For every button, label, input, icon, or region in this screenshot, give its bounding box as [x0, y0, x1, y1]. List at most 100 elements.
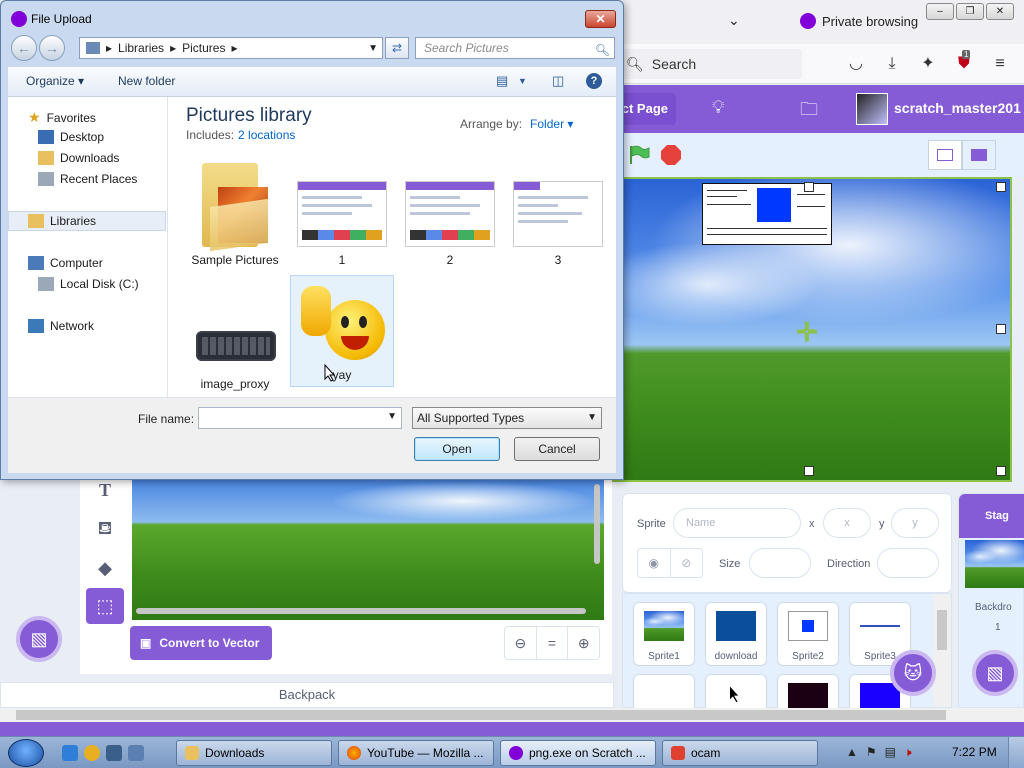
nav-desktop[interactable]: Desktop	[38, 130, 104, 144]
page-horizontal-scrollbar[interactable]	[0, 708, 1024, 722]
x-input[interactable]: x	[823, 508, 871, 538]
show-desktop-icon[interactable]	[106, 745, 122, 761]
size-input[interactable]	[749, 548, 811, 578]
view-dropdown-icon[interactable]: ▼	[518, 76, 527, 86]
stop-icon[interactable]	[661, 145, 681, 165]
select-tool-icon[interactable]: ⬚	[86, 588, 124, 624]
stage-thumbnail[interactable]	[965, 540, 1024, 588]
taskbar-item-downloads[interactable]: Downloads	[176, 740, 332, 766]
resize-handle-top[interactable]	[804, 182, 814, 192]
sprite-card-sprite1[interactable]: Sprite1	[633, 602, 695, 666]
paint-vertical-scrollbar[interactable]	[594, 484, 600, 564]
resize-handle-top-right[interactable]	[996, 182, 1006, 192]
file-name-dropdown-icon[interactable]: ▼	[387, 411, 397, 422]
nav-recent-places[interactable]: Recent Places	[38, 172, 137, 186]
paint-horizontal-scrollbar[interactable]	[136, 608, 586, 614]
resize-handle-bottom-right[interactable]	[996, 466, 1006, 476]
nav-network[interactable]: Network	[28, 319, 94, 333]
taskbar-item-scratch-private[interactable]: png.exe on Scratch ...	[500, 740, 656, 766]
normal-stage-button[interactable]	[962, 140, 996, 170]
convert-to-vector-button[interactable]: ▣ Convert to Vector	[130, 626, 272, 660]
zoom-in-icon[interactable]: ⊕	[568, 627, 599, 659]
refresh-icon[interactable]: ⇄	[385, 37, 409, 59]
file-item-2[interactable]: 2	[398, 159, 502, 267]
show-eye-icon[interactable]: ◉	[638, 549, 671, 577]
network-tray-icon[interactable]: ▤	[885, 745, 896, 760]
breadcrumb-libraries[interactable]: Libraries	[118, 41, 164, 55]
username[interactable]: scratch_master201	[894, 100, 1021, 116]
stage-canvas[interactable]: ✛	[604, 177, 1012, 482]
search-pictures-input[interactable]: Search Pictures 🔍︎	[415, 37, 615, 59]
tab-list-dropdown-icon[interactable]: ⌄	[728, 12, 740, 29]
nav-favorites[interactable]: ★ Favorites	[28, 109, 96, 126]
fill-tool-icon[interactable]: ⛾	[86, 510, 124, 546]
avatar[interactable]	[856, 93, 888, 125]
show-desktop-button[interactable]	[1008, 737, 1024, 768]
browser-search-field[interactable]: 🔍︎ Search	[620, 49, 802, 79]
file-item-yay[interactable]: yay	[290, 275, 394, 387]
file-item-3[interactable]: 3	[506, 159, 610, 267]
file-type-select[interactable]: All Supported Types ▼	[412, 407, 602, 429]
address-bar[interactable]: ▸ Libraries ▸ Pictures ▸ ▼	[79, 37, 383, 59]
volume-muted-icon[interactable]: 🕨︎	[904, 745, 912, 760]
close-button[interactable]: ✕	[986, 3, 1014, 20]
nav-local-disk[interactable]: Local Disk (C:)	[38, 277, 139, 291]
search-icon[interactable]: 🔍︎	[595, 40, 610, 60]
file-name-input[interactable]: ▼	[198, 407, 402, 429]
y-input[interactable]: y	[891, 508, 939, 538]
nav-libraries[interactable]: Libraries	[28, 214, 96, 228]
pocket-icon[interactable]: ◡	[846, 54, 866, 74]
library-locations-link[interactable]: 2 locations	[238, 128, 295, 142]
open-button[interactable]: Open	[414, 437, 500, 461]
internet-explorer-icon[interactable]	[62, 745, 78, 761]
breadcrumb-pictures[interactable]: Pictures	[182, 41, 225, 55]
minimize-button[interactable]: –	[926, 3, 954, 20]
zoom-reset-button[interactable]: =	[537, 627, 569, 659]
zoom-out-icon[interactable]: ⊖	[505, 627, 537, 659]
backpack[interactable]: Backpack	[0, 682, 614, 708]
choose-backdrop-icon[interactable]: ▧	[972, 650, 1018, 696]
paint-canvas[interactable]	[132, 480, 604, 620]
eraser-tool-icon[interactable]: ◆	[86, 550, 124, 586]
taskbar-item-ocam[interactable]: ocam	[662, 740, 818, 766]
file-item-sample-pictures[interactable]: Sample Pictures	[183, 159, 287, 267]
arrange-by-dropdown[interactable]: Folder ▾	[530, 117, 573, 131]
stage-tab[interactable]: Stag	[959, 494, 1024, 538]
preview-pane-icon[interactable]: ◫	[552, 73, 564, 89]
tips-lightbulb-icon[interactable]: 💡︎	[712, 97, 725, 118]
nav-computer[interactable]: Computer	[28, 256, 103, 270]
file-item-image-proxy[interactable]: image_proxy	[183, 275, 287, 391]
taskbar-item-youtube-firefox[interactable]: YouTube — Mozilla ...	[338, 740, 494, 766]
my-stuff-folder-icon[interactable]: 🗀	[800, 97, 818, 127]
back-arrow-icon[interactable]: ←	[11, 35, 37, 61]
choose-costume-icon[interactable]: ▧	[16, 616, 62, 662]
organize-button[interactable]: Organize ▾	[26, 74, 84, 88]
new-folder-button[interactable]: New folder	[118, 74, 175, 88]
change-view-icon[interactable]: ▤	[496, 73, 508, 89]
extensions-icon[interactable]: ✦	[918, 54, 938, 74]
resize-handle-bottom[interactable]	[804, 466, 814, 476]
move-crosshair-icon[interactable]: ✛	[796, 317, 818, 348]
nav-downloads[interactable]: Downloads	[38, 151, 119, 165]
file-item-1[interactable]: 1	[290, 159, 394, 267]
start-button[interactable]	[8, 739, 44, 767]
action-center-flag-icon[interactable]: ⚑	[866, 745, 877, 760]
download-icon[interactable]: ⤓	[882, 54, 902, 74]
small-stage-button[interactable]	[928, 140, 962, 170]
sprite-card-sprite2[interactable]: Sprite2	[777, 602, 839, 666]
menu-icon[interactable]: ≡	[990, 54, 1010, 74]
cancel-button[interactable]: Cancel	[514, 437, 600, 461]
direction-input[interactable]	[877, 548, 939, 578]
green-flag-icon[interactable]	[628, 145, 650, 165]
sprite-name-input[interactable]: Name	[673, 508, 801, 538]
dialog-close-button[interactable]: ✕	[585, 10, 616, 28]
sprite-card-download[interactable]: download	[705, 602, 767, 666]
help-icon[interactable]: ?	[586, 73, 602, 89]
clock[interactable]: 7:22 PM	[952, 745, 997, 759]
sprite-list-scrollbar[interactable]	[933, 594, 951, 707]
tray-expand-icon[interactable]: ▲	[846, 745, 858, 760]
switch-windows-icon[interactable]	[128, 745, 144, 761]
resize-handle-right[interactable]	[996, 324, 1006, 334]
stage-sprite-selected[interactable]	[702, 183, 832, 245]
hide-eye-icon[interactable]: ⊘	[671, 549, 703, 577]
